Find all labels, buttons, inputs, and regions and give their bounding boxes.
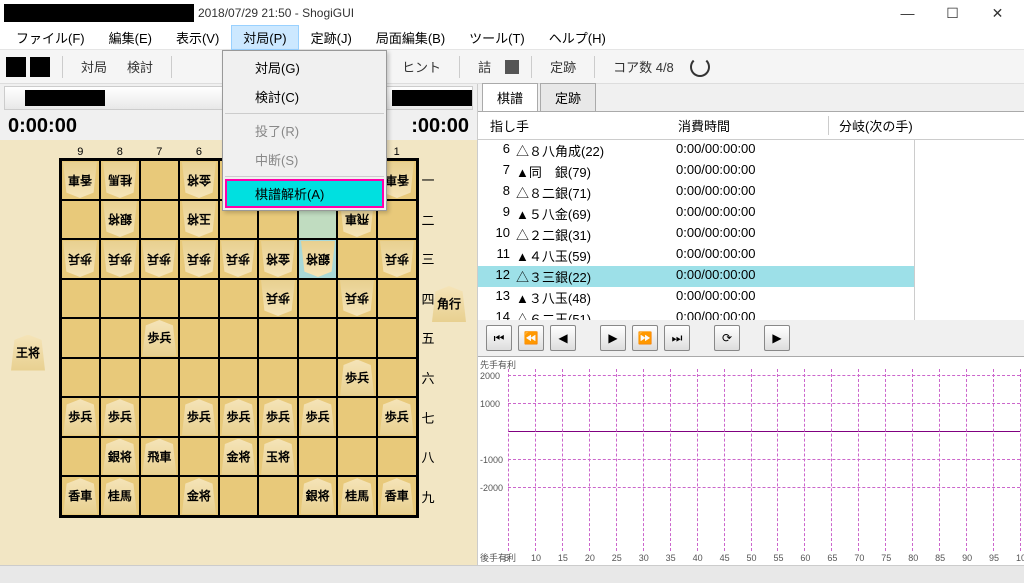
- menu-joseki[interactable]: 定跡(J): [299, 25, 364, 50]
- tsume-button[interactable]: 詰: [468, 54, 501, 79]
- header-branch: 分岐(次の手): [828, 116, 1024, 135]
- forward-button[interactable]: ⏩: [632, 325, 658, 351]
- chart-top-label: 先手有利: [480, 358, 516, 371]
- toolbar-separator: [531, 56, 532, 78]
- titlebar: 2018/07/29 21:50 - ShogiGUI — ☐ ✕: [0, 0, 1024, 26]
- joseki-button[interactable]: 定跡: [540, 54, 586, 79]
- dd-separator: [225, 113, 384, 114]
- dd-analyze[interactable]: 検討(C): [225, 82, 384, 111]
- captured-piece[interactable]: 王将: [11, 335, 45, 371]
- move-row[interactable]: 12△３三銀(22)0:00/00:00:00: [478, 266, 914, 287]
- menu-view[interactable]: 表示(V): [164, 25, 231, 50]
- playback-controls: ⏮ ⏪ ◀ ▶ ⏩ ⏭ ⟳ ▶: [478, 320, 1024, 356]
- menubar: ファイル(F) 編集(E) 表示(V) 対局(P) 定跡(J) 局面編集(B) …: [0, 26, 1024, 50]
- menu-boardedit[interactable]: 局面編集(B): [364, 25, 457, 50]
- rank-labels: 一二三四五六七八九: [421, 160, 434, 516]
- window-controls: — ☐ ✕: [885, 0, 1020, 26]
- captured-piece[interactable]: 角行: [432, 286, 466, 322]
- header-time: 消費時間: [678, 116, 828, 135]
- game-menu-dropdown: 対局(G) 検討(C) 投了(R) 中断(S) 棋譜解析(A): [222, 50, 387, 211]
- first-button[interactable]: ⏮: [486, 325, 512, 351]
- dd-separator: [225, 176, 384, 177]
- last-button[interactable]: ⏭: [664, 325, 690, 351]
- evaluation-chart[interactable]: 先手有利 2000 1000 -1000 -2000 後手有利 51015202…: [478, 356, 1024, 565]
- taikyoku-button[interactable]: 対局: [71, 54, 117, 79]
- shogi-board[interactable]: 香車 桂馬 金将 桂馬 香車 銀将 玉将: [59, 158, 419, 518]
- tab-kifu[interactable]: 棋譜: [482, 83, 538, 111]
- play-button[interactable]: ▶: [764, 325, 790, 351]
- kifu-tabs: 棋譜 定跡: [478, 84, 1024, 112]
- toolbar: 対局 検討 ヒント 詰 定跡 コア数 4/8: [0, 50, 1024, 84]
- toolbar-separator: [171, 56, 172, 78]
- next-button[interactable]: ▶: [600, 325, 626, 351]
- main-area: 0:00:00 :00:00 王将 987654321 香車 桂馬 金将: [0, 84, 1024, 565]
- rewind-button[interactable]: ⏪: [518, 325, 544, 351]
- move-row[interactable]: 14△６二玉(51)0:00/00:00:00: [478, 308, 914, 320]
- tab-joseki[interactable]: 定跡: [540, 83, 596, 111]
- move-list[interactable]: 6△８八角成(22)0:00/00:00:007▲同 銀(79)0:00/00:…: [478, 140, 914, 320]
- dd-suspend: 中断(S): [225, 145, 384, 174]
- move-row[interactable]: 13▲３八玉(48)0:00/00:00:00: [478, 287, 914, 308]
- move-row[interactable]: 6△８八角成(22)0:00/00:00:00: [478, 140, 914, 161]
- move-row[interactable]: 8△８二銀(71)0:00/00:00:00: [478, 182, 914, 203]
- move-row[interactable]: 7▲同 銀(79)0:00/00:00:00: [478, 161, 914, 182]
- titlebar-redacted: [4, 4, 194, 22]
- loop-button[interactable]: ⟳: [714, 325, 740, 351]
- move-body: 6△８八角成(22)0:00/00:00:007▲同 銀(79)0:00/00:…: [478, 140, 1024, 320]
- refresh-icon[interactable]: [690, 57, 710, 77]
- menu-file[interactable]: ファイル(F): [4, 25, 97, 50]
- header-move: 指し手: [478, 116, 678, 135]
- maximize-button[interactable]: ☐: [930, 0, 975, 26]
- menu-edit[interactable]: 編集(E): [97, 25, 164, 50]
- new-file-icon[interactable]: [6, 57, 26, 77]
- menu-tools[interactable]: ツール(T): [457, 25, 537, 50]
- toolbar-separator: [459, 56, 460, 78]
- piece-stand-left: 王将: [6, 146, 50, 559]
- move-row[interactable]: 11▲４八玉(59)0:00/00:00:00: [478, 245, 914, 266]
- window-title: 2018/07/29 21:50 - ShogiGUI: [198, 6, 354, 20]
- toolbar-separator: [594, 56, 595, 78]
- dd-kifu-analysis[interactable]: 棋譜解析(A): [225, 179, 384, 208]
- clock-right: :00:00: [411, 115, 469, 138]
- save-icon[interactable]: [30, 57, 50, 77]
- clock-left: 0:00:00: [8, 115, 77, 138]
- dd-game[interactable]: 対局(G): [225, 53, 384, 82]
- dd-resign: 投了(R): [225, 116, 384, 145]
- move-list-header: 指し手 消費時間 分岐(次の手): [478, 112, 1024, 140]
- hint-button[interactable]: ヒント: [392, 54, 451, 79]
- right-panel: 棋譜 定跡 指し手 消費時間 分岐(次の手) 6△８八角成(22)0:00/00…: [477, 84, 1024, 565]
- toolbar-separator: [62, 56, 63, 78]
- close-button[interactable]: ✕: [975, 0, 1020, 26]
- stop-icon[interactable]: [505, 60, 519, 74]
- prev-button[interactable]: ◀: [550, 325, 576, 351]
- player-name-redacted: [392, 90, 472, 106]
- kento-button[interactable]: 検討: [117, 54, 163, 79]
- chart-bottom-label: 後手有利: [480, 551, 516, 564]
- horizontal-scrollbar[interactable]: [0, 565, 1024, 583]
- move-row[interactable]: 10△２二銀(31)0:00/00:00:00: [478, 224, 914, 245]
- minimize-button[interactable]: —: [885, 0, 930, 26]
- menu-help[interactable]: ヘルプ(H): [537, 25, 618, 50]
- menu-game[interactable]: 対局(P): [231, 25, 298, 50]
- player-name-redacted: [25, 90, 105, 106]
- branch-column: [914, 140, 1024, 320]
- cores-label: コア数 4/8: [603, 54, 684, 79]
- move-row[interactable]: 9▲５八金(69)0:00/00:00:00: [478, 203, 914, 224]
